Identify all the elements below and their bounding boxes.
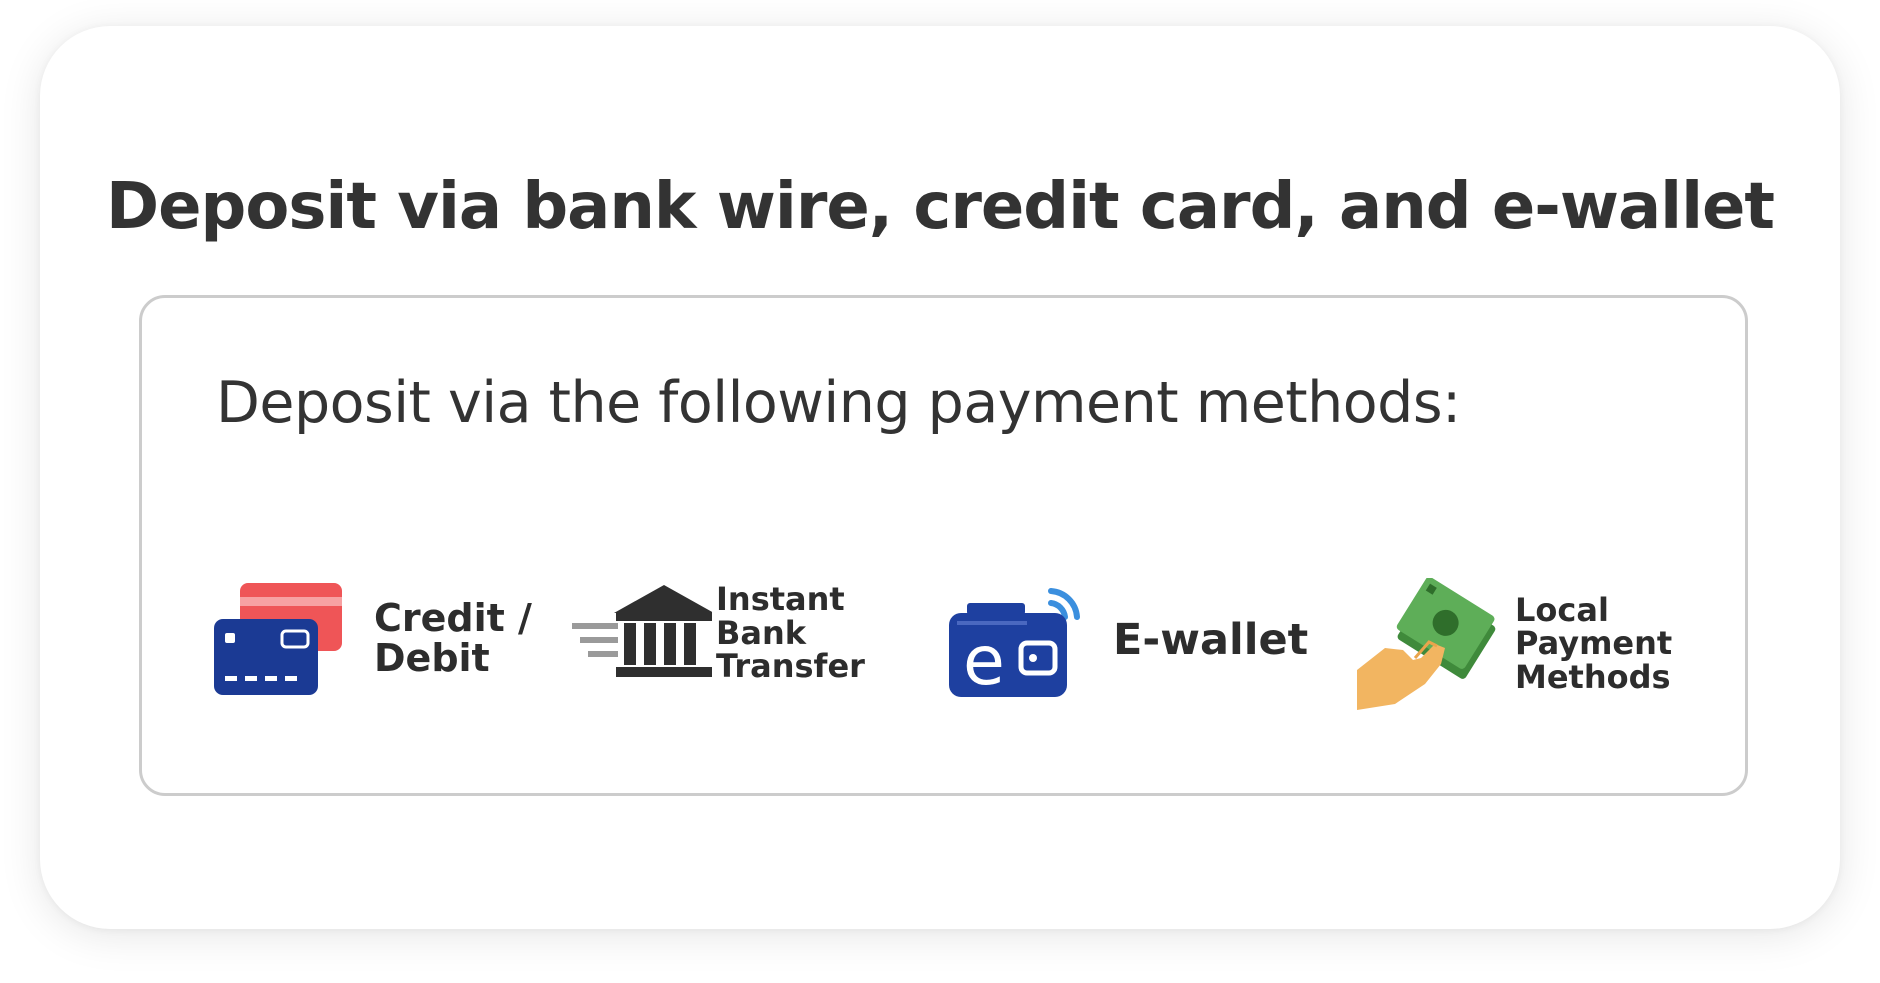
method-label: E-wallet [1113, 615, 1309, 666]
method-credit-debit: Credit / Debit [214, 583, 532, 695]
hand-cash-icon [1357, 578, 1496, 710]
credit-card-icon [214, 583, 342, 695]
svg-text:e: e [963, 622, 1005, 699]
method-local-payment: Local Payment Methods [1355, 578, 1672, 710]
bank-icon [572, 585, 712, 678]
method-e-wallet: e E-wallet [947, 583, 1308, 699]
method-instant-bank-transfer: Instant Bank Transfer [572, 580, 865, 686]
e-wallet-icon: e [949, 588, 1080, 699]
method-label: Credit / Debit [374, 596, 532, 680]
page-title: Deposit via bank wire, credit card, and … [106, 170, 1775, 244]
method-label: Instant Bank Transfer [716, 580, 865, 686]
method-label: Local Payment Methods [1515, 590, 1673, 696]
payment-methods-panel: Deposit via the following payment method… [139, 295, 1748, 796]
payment-methods-subtitle: Deposit via the following payment method… [216, 370, 1461, 436]
